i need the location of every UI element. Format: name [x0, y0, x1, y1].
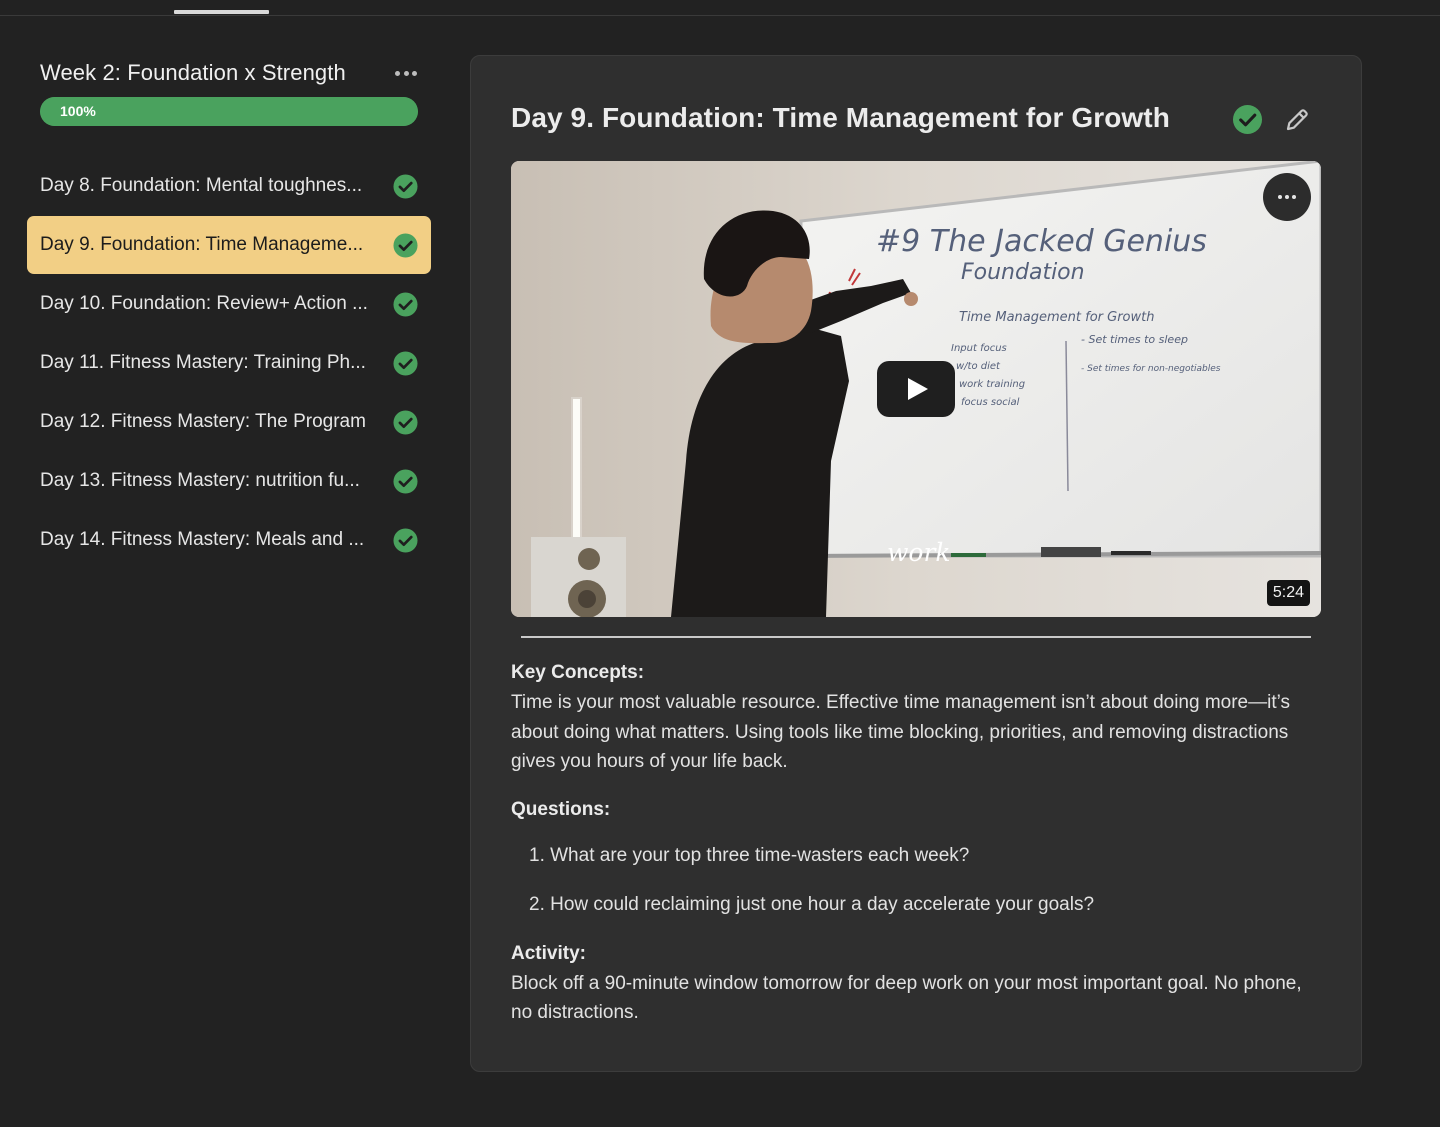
whiteboard-line-2: Foundation [961, 260, 1085, 285]
more-dot-icon [1292, 195, 1296, 199]
lesson-item-label: Day 14. Fitness Mastery: Meals and ... [40, 529, 365, 550]
key-concepts-text: Time is your most valuable resource. Eff… [511, 692, 1290, 772]
progress-fill [40, 97, 418, 126]
activity-text: Block off a 90-minute window tomorrow fo… [511, 972, 1302, 1024]
whiteboard-line-1: #9 The Jacked Genius [876, 224, 1207, 259]
whiteboard-line-3: Time Management for Growth [959, 310, 1154, 325]
lesson-item-label: Day 9. Foundation: Time Manageme... [40, 234, 364, 255]
video-caption: work [887, 538, 951, 567]
more-dot-icon [395, 70, 400, 76]
more-dot-icon [403, 70, 409, 76]
lesson-item[interactable]: Day 13. Fitness Mastery: nutrition fu... [27, 452, 431, 510]
check-circle-icon [393, 469, 418, 494]
check-circle-icon [393, 174, 418, 199]
lesson-item-label: Day 11. Fitness Mastery: Training Ph... [40, 352, 366, 373]
lesson-item[interactable]: Day 12. Fitness Mastery: The Program [27, 393, 431, 451]
lesson-body: Key Concepts: Time is your most valuable… [511, 660, 1323, 1028]
pencil-icon[interactable] [1283, 106, 1311, 134]
module-more-button[interactable] [395, 64, 417, 82]
video-duration: 5:24 [1266, 580, 1310, 606]
question-item: 2. How could reclaiming just one hour a … [529, 893, 1095, 915]
active-tab-indicator [174, 10, 269, 14]
check-circle-icon [393, 528, 418, 553]
top-bar [0, 0, 1440, 16]
whiteboard-note-1: - Set times to sleep [1081, 333, 1188, 346]
lesson-item-label: Day 10. Foundation: Review+ Action ... [40, 293, 368, 314]
whiteboard-list-1: Input focus [951, 343, 1007, 354]
lesson-item[interactable]: Day 9. Foundation: Time Manageme... [27, 216, 431, 274]
question-item: 1. What are your top three time-wasters … [529, 844, 970, 866]
progress-label: 100% [60, 103, 96, 119]
lesson-item-label: Day 12. Fitness Mastery: The Program [40, 411, 366, 432]
check-circle-icon [393, 410, 418, 435]
lesson-title: Day 9. Foundation: Time Management for G… [511, 102, 1170, 133]
lesson-complete-check-icon[interactable] [1232, 104, 1263, 135]
check-circle-icon [393, 233, 418, 258]
more-dot-icon [1278, 195, 1282, 199]
video-player[interactable]: #9 The Jacked Genius Foundation Time Man… [511, 161, 1321, 617]
key-concepts-heading: Key Concepts: [511, 662, 645, 683]
module-title: Week 2: Foundation x Strength [40, 60, 346, 85]
whiteboard-list-4: focus social [961, 397, 1020, 408]
whiteboard-list-2: w/to diet [956, 361, 1001, 372]
video-more-button[interactable] [1263, 173, 1311, 221]
sidebar: Week 2: Foundation x Strength 100% Day 8… [27, 55, 431, 570]
sidebar-header: Week 2: Foundation x Strength [27, 55, 431, 95]
check-circle-icon [393, 292, 418, 317]
questions-list: 1. What are your top three time-wasters … [511, 843, 1323, 918]
lesson-card: Day 9. Foundation: Time Management for G… [470, 55, 1362, 1072]
content-divider [521, 636, 1311, 638]
play-icon[interactable] [877, 361, 955, 417]
lesson-item[interactable]: Day 11. Fitness Mastery: Training Ph... [27, 334, 431, 392]
lesson-item-label: Day 13. Fitness Mastery: nutrition fu... [40, 470, 360, 491]
lesson-item[interactable]: Day 8. Foundation: Mental toughnes... [27, 157, 431, 215]
lesson-item[interactable]: Day 14. Fitness Mastery: Meals and ... [27, 511, 431, 569]
questions-heading: Questions: [511, 798, 611, 820]
lesson-item-label: Day 8. Foundation: Mental toughnes... [40, 175, 363, 196]
lesson-item[interactable]: Day 10. Foundation: Review+ Action ... [27, 275, 431, 333]
whiteboard-note-2: - Set times for non-negotiables [1081, 364, 1221, 374]
more-dot-icon [1285, 195, 1289, 199]
lesson-list: Day 8. Foundation: Mental toughnes... Day… [27, 157, 431, 569]
module-progress-bar: 100% [40, 97, 418, 126]
more-dot-icon [412, 70, 417, 76]
whiteboard-list-3: work training [959, 379, 1025, 390]
check-circle-icon [393, 351, 418, 376]
activity-heading: Activity: [511, 942, 586, 964]
